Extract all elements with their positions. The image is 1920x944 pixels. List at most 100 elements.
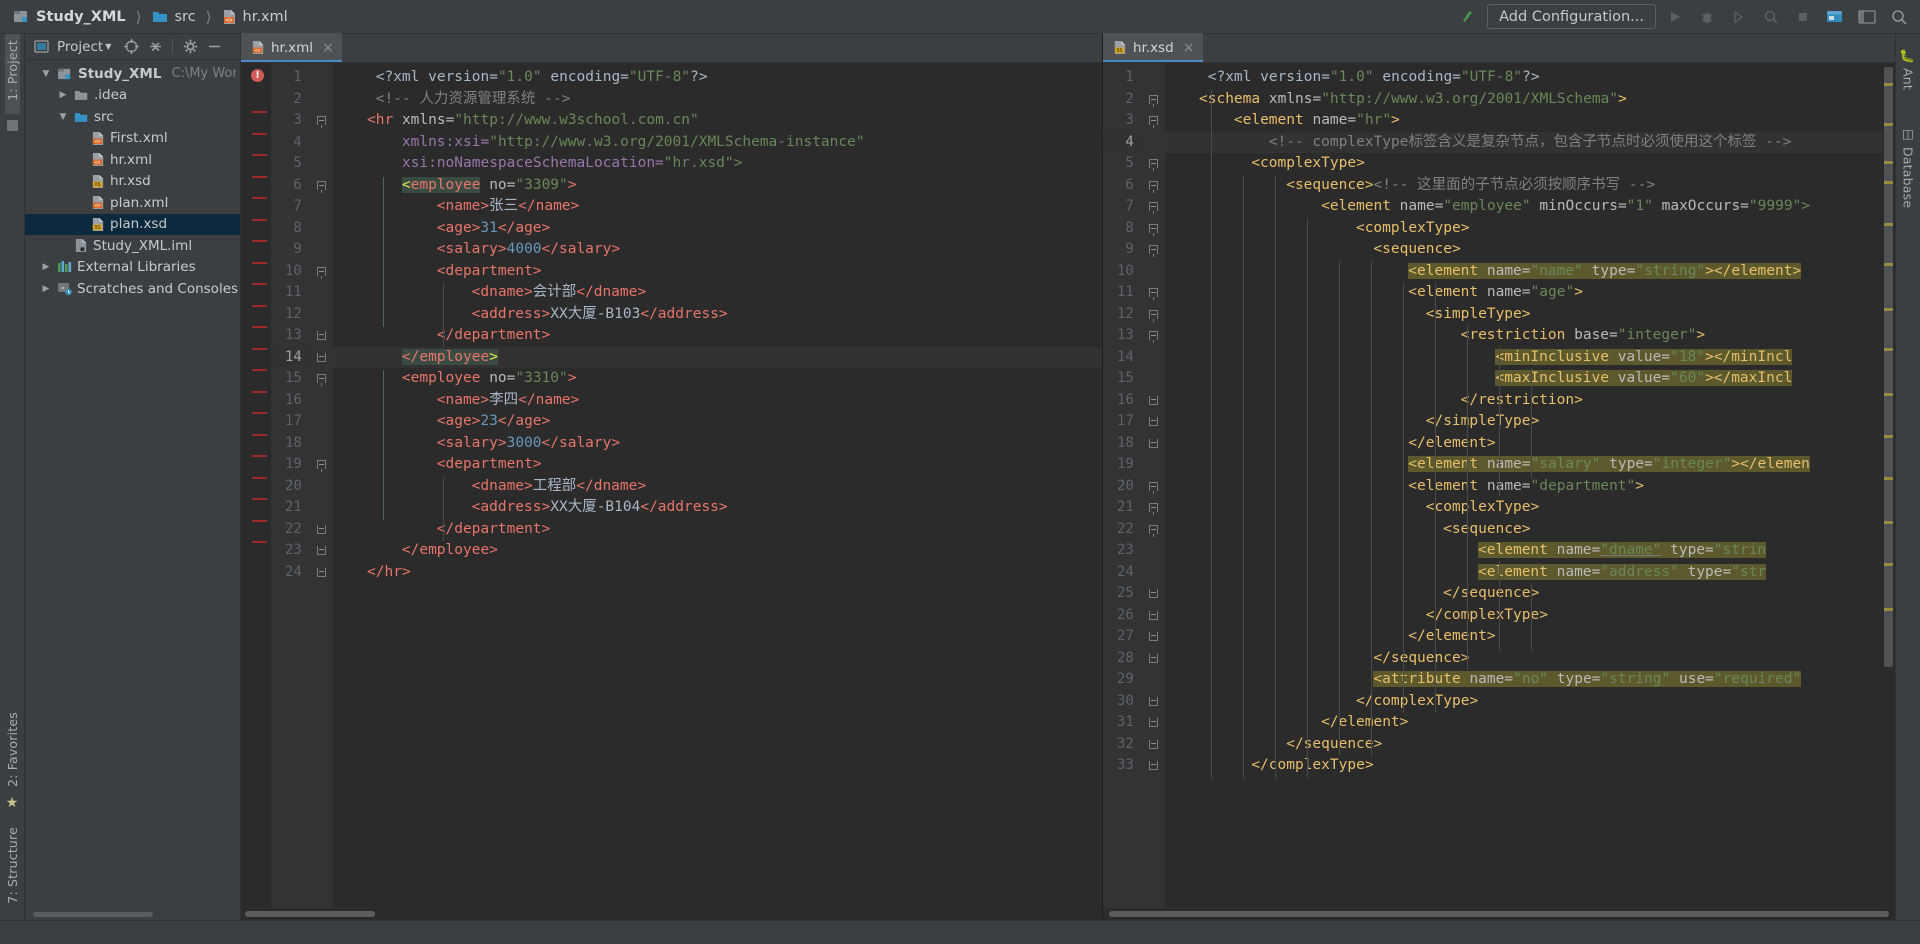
fold-slot[interactable] [311, 519, 333, 541]
breadcrumb-item-src[interactable]: src [149, 8, 199, 26]
tree-twisty[interactable]: ▼ [57, 112, 69, 122]
code-line[interactable]: </complexType> [1165, 605, 1882, 627]
tab-hr-xsd[interactable]: XS hr.xsd × [1103, 33, 1203, 62]
code-line[interactable]: <element name="dname" type="strin [1165, 540, 1882, 562]
error-stripe[interactable] [252, 283, 267, 285]
error-stripe[interactable] [252, 519, 267, 522]
fold-slot[interactable] [1143, 755, 1165, 777]
fold-close-icon[interactable] [317, 352, 327, 362]
code-line[interactable]: <element name="name" type="string"></ele… [1165, 261, 1882, 283]
code-line[interactable]: </complexType> [1165, 755, 1882, 777]
tree-item-study-xml[interactable]: ▼ Study_XML C:\My Work N [25, 63, 240, 85]
fold-slot[interactable] [311, 175, 333, 197]
fold-slot[interactable] [311, 325, 333, 347]
fold-open-icon[interactable] [317, 116, 327, 129]
code-content-left[interactable]: <?xml version="1.0" encoding="UTF-8"?> <!… [332, 63, 1102, 908]
fold-slot[interactable] [311, 153, 333, 175]
code-line[interactable]: <complexType> [1165, 497, 1882, 519]
error-stripe[interactable] [252, 498, 267, 500]
fold-slot[interactable] [311, 368, 333, 390]
fold-open-icon[interactable] [317, 374, 327, 387]
warning-marker[interactable] [1884, 608, 1893, 611]
warning-marker[interactable] [1884, 393, 1893, 396]
tree-item--idea[interactable]: ▶ .idea [25, 85, 240, 107]
error-stripe[interactable] [252, 175, 267, 178]
error-stripe[interactable] [252, 476, 267, 479]
fold-slot[interactable] [311, 540, 333, 562]
error-stripe[interactable] [252, 218, 267, 221]
code-line[interactable]: <age>23</age> [333, 411, 1102, 433]
fold-slot[interactable] [1143, 476, 1165, 498]
fold-open-icon[interactable] [317, 460, 327, 473]
error-stripe[interactable] [252, 197, 267, 199]
fold-slot[interactable] [1143, 454, 1165, 476]
fold-close-icon[interactable] [1149, 610, 1159, 620]
fold-close-icon[interactable] [1149, 589, 1159, 599]
warning-marker[interactable] [1884, 477, 1893, 480]
code-line[interactable]: </element> [1165, 626, 1882, 648]
warning-marker[interactable] [1884, 181, 1893, 184]
fold-open-icon[interactable] [1149, 245, 1159, 258]
code-line[interactable]: </sequence> [1165, 734, 1882, 756]
code-content-right[interactable]: <?xml version="1.0" encoding="UTF-8"?> <s… [1164, 63, 1882, 908]
code-line[interactable]: <attribute name="no" type="string" use="… [1165, 669, 1882, 691]
warning-marker[interactable] [1884, 308, 1893, 311]
vertical-scrollbar-thumb[interactable] [1884, 67, 1893, 667]
fold-close-icon[interactable] [317, 331, 327, 341]
code-line[interactable]: <salary>4000</salary> [333, 239, 1102, 261]
sidebar-item-ant[interactable]: 🐛 Ant [1901, 40, 1916, 96]
fold-open-icon[interactable] [1149, 180, 1159, 193]
code-line[interactable]: <simpleType> [1165, 304, 1882, 326]
code-line[interactable]: <!-- complexType标签含义是复杂节点，包含子节点时必须使用这个标签… [1164, 131, 1882, 153]
error-stripe[interactable] [252, 132, 267, 135]
code-line[interactable]: <age>31</age> [333, 218, 1102, 240]
sidebar-item-favorites[interactable]: 2: Favorites [5, 706, 20, 795]
code-line[interactable]: <element name="department"> [1165, 476, 1882, 498]
code-line[interactable]: <salary>3000</salary> [333, 433, 1102, 455]
settings-gear-icon[interactable] [180, 37, 200, 57]
tree-twisty[interactable]: ▼ [40, 69, 52, 79]
code-line[interactable]: xsi:noNamespaceSchemaLocation="hr.xsd"> [333, 153, 1102, 175]
code-line[interactable]: </hr> [333, 562, 1102, 584]
warning-marker[interactable] [1884, 521, 1893, 524]
fold-close-icon[interactable] [1149, 395, 1159, 405]
warning-marker[interactable] [1884, 563, 1893, 566]
fold-slot[interactable] [1143, 132, 1165, 154]
tree-item-study-xml-iml[interactable]: Study_XML.iml [25, 235, 240, 257]
error-stripe[interactable] [252, 111, 267, 113]
code-line[interactable]: <sequence> [1165, 239, 1882, 261]
build-icon[interactable] [1455, 4, 1481, 30]
warning-marker[interactable] [1884, 263, 1893, 266]
code-line[interactable]: xmlns:xsi="http://www.w3.org/2001/XMLSch… [333, 132, 1102, 154]
fold-slot[interactable] [1143, 175, 1165, 197]
fold-slot[interactable] [1143, 239, 1165, 261]
error-stripe[interactable] [252, 455, 267, 457]
fold-slot[interactable] [311, 218, 333, 240]
tab-hr-xml[interactable]: <> hr.xml × [241, 33, 342, 62]
breadcrumb-item-file[interactable]: <> hr.xml [219, 8, 291, 26]
fold-slot[interactable] [1143, 390, 1165, 412]
code-line[interactable]: <!-- 人力资源管理系统 --> [333, 89, 1102, 111]
fold-slot[interactable] [311, 196, 333, 218]
add-configuration-button[interactable]: Add Configuration... [1487, 4, 1656, 29]
tree-item-scratches-and-consoles[interactable]: ▶ >_ Scratches and Consoles [25, 278, 240, 300]
fold-open-icon[interactable] [1149, 116, 1159, 129]
fold-slot[interactable] [1143, 583, 1165, 605]
tree-item-external-libraries[interactable]: ▶ External Libraries [25, 257, 240, 279]
fold-slot[interactable] [311, 110, 333, 132]
code-line[interactable]: <element name="salary" type="integer"></… [1165, 454, 1882, 476]
tree-item-hr-xml[interactable]: <> hr.xml [25, 149, 240, 171]
code-line[interactable]: <maxInclusive value="60"></maxIncl [1165, 368, 1882, 390]
fold-open-icon[interactable] [1149, 503, 1159, 516]
fold-slot[interactable] [311, 282, 333, 304]
fold-open-icon[interactable] [1149, 288, 1159, 301]
code-line[interactable]: </complexType> [1165, 691, 1882, 713]
breadcrumb-item-project[interactable]: Study_XML [10, 8, 129, 26]
code-line[interactable]: </element> [1165, 433, 1882, 455]
stop-icon[interactable] [1790, 4, 1816, 30]
fold-slot[interactable] [1143, 411, 1165, 433]
fold-close-icon[interactable] [1149, 438, 1159, 448]
code-line[interactable]: <minInclusive value="18"></minIncl [1165, 347, 1882, 369]
error-gutter-left[interactable]: ! [241, 63, 271, 908]
fold-slot[interactable] [311, 347, 333, 369]
